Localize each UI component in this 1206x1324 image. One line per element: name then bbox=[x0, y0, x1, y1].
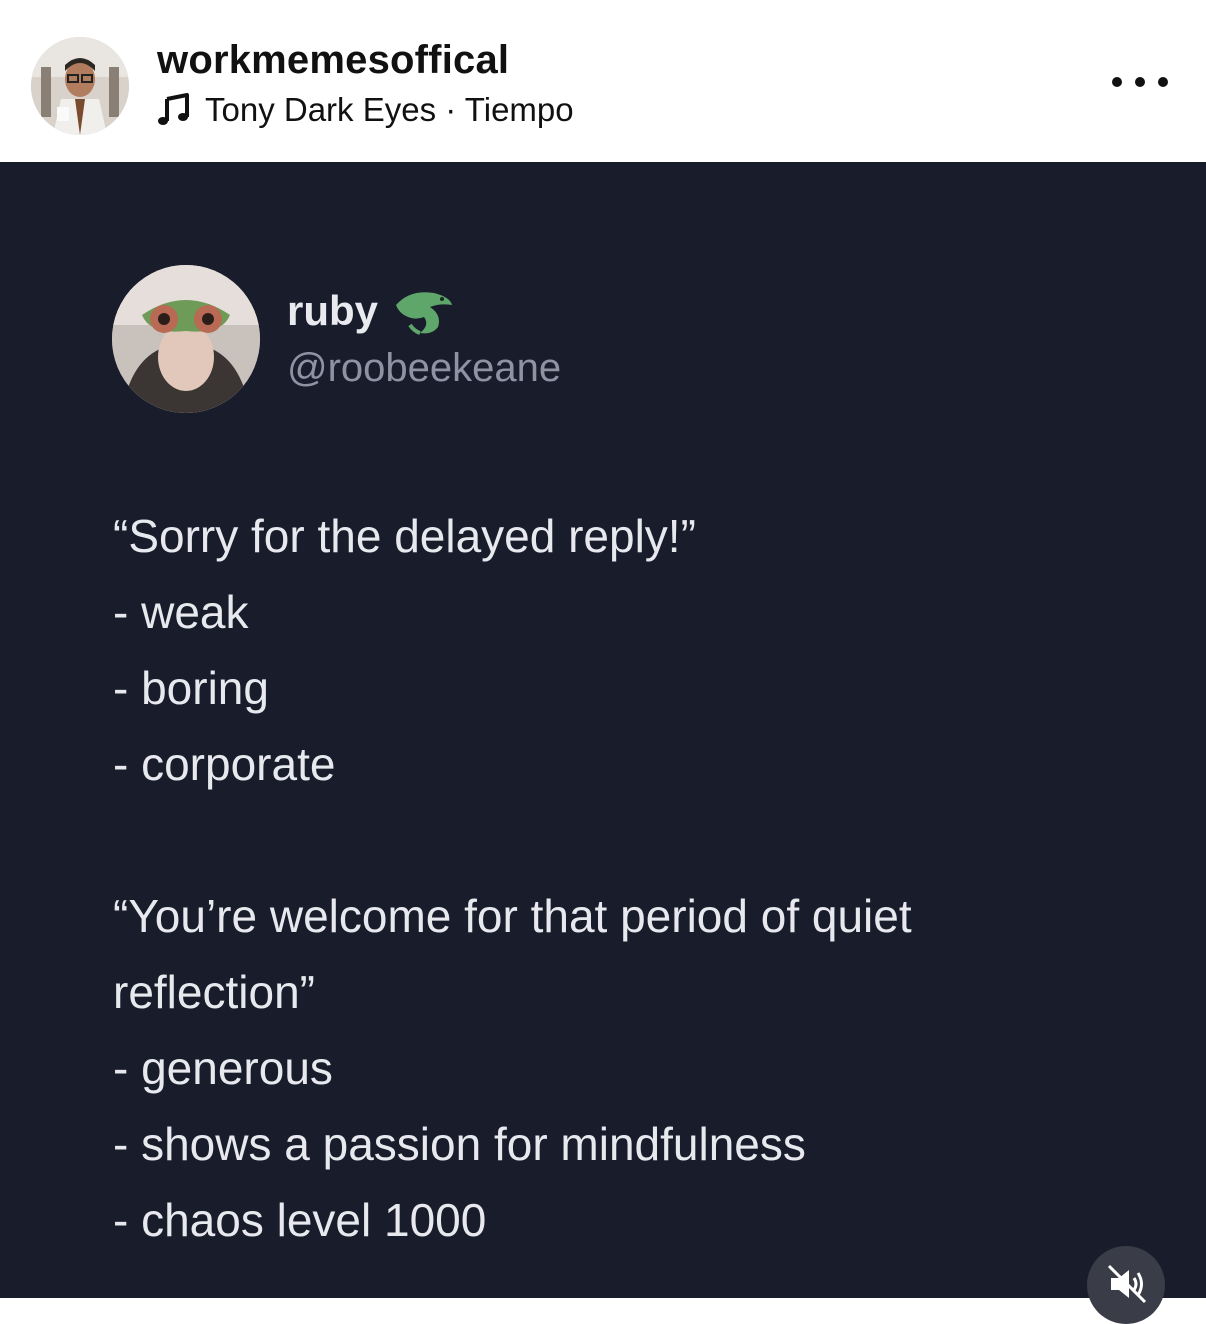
tweet-line: “Sorry for the delayed reply!” bbox=[113, 510, 696, 562]
post-header: workmemesoffical Tony Dark Eyes · Tiempo bbox=[0, 0, 1206, 162]
tweet-line: - corporate bbox=[113, 738, 336, 790]
tweet-line: - weak bbox=[113, 586, 249, 638]
tweet-line: - shows a passion for mindfulness bbox=[113, 1118, 806, 1170]
tweet-line: “You’re welcome for that period of quiet bbox=[113, 890, 912, 942]
account-avatar[interactable] bbox=[31, 37, 129, 135]
mute-toggle-button[interactable] bbox=[1087, 1246, 1165, 1324]
tweet-line: reflection” bbox=[113, 966, 315, 1018]
tweet-line: - chaos level 1000 bbox=[113, 1194, 487, 1246]
account-username[interactable]: workmemesoffical bbox=[157, 38, 509, 83]
tweet-author-name: ruby bbox=[287, 285, 456, 337]
tweet-body: “Sorry for the delayed reply!” - weak - … bbox=[113, 498, 1153, 1258]
tweet-author-handle: @roobeekeane bbox=[287, 346, 562, 390]
tweet-author-label: ruby bbox=[287, 287, 379, 334]
more-options-icon bbox=[1112, 77, 1122, 87]
music-note-icon bbox=[157, 93, 191, 127]
tweet-line: - boring bbox=[113, 662, 269, 714]
tweet-avatar bbox=[112, 265, 260, 413]
crocodile-icon bbox=[390, 285, 456, 337]
muted-speaker-icon bbox=[1107, 1264, 1147, 1304]
more-options-button[interactable] bbox=[1112, 64, 1168, 100]
music-attribution[interactable]: Tony Dark Eyes · Tiempo bbox=[157, 90, 574, 130]
tweet-line: - generous bbox=[113, 1042, 333, 1094]
music-label: Tony Dark Eyes · Tiempo bbox=[205, 91, 574, 128]
